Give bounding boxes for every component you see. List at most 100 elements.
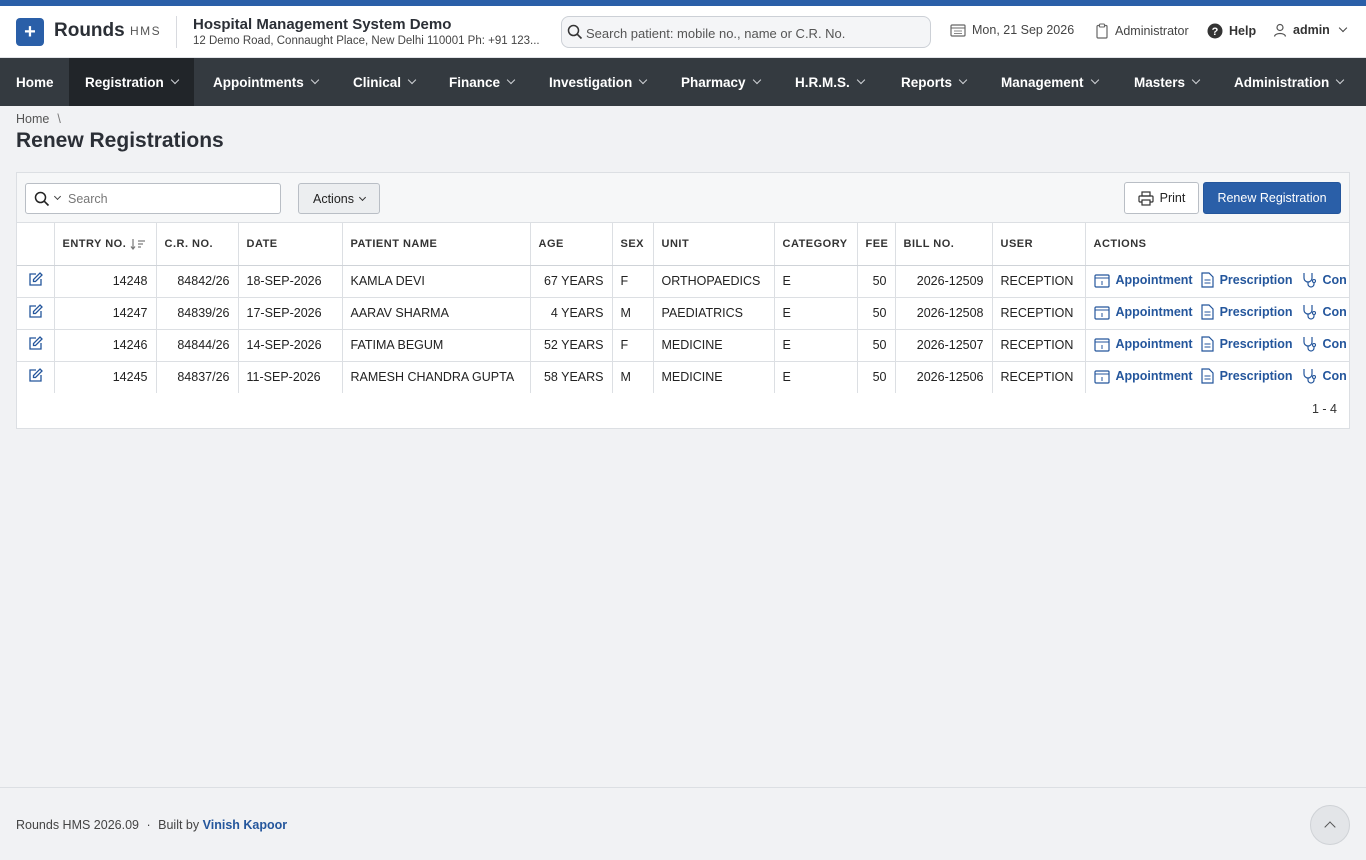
cell-user: RECEPTION [992,361,1086,393]
nav-home[interactable]: Home [0,58,70,106]
breadcrumb: Home \ [16,112,61,126]
prescription-action-link[interactable]: Prescription [1200,271,1293,288]
col-header-bill-no[interactable]: BILL NO. [895,223,993,266]
table-row: 14248 84842/26 18-SEP-2026 KAMLA DEVI 67 YEA… [17,265,1349,298]
table-search-input[interactable] [68,189,268,209]
nav-management[interactable]: Management [985,58,1114,106]
action-label: Con [1322,304,1347,319]
col-header-category[interactable]: CATEGORY [774,223,858,266]
nav-appointments[interactable]: Appointments [197,58,334,106]
cell-entry-no: 14246 [54,329,157,362]
cell-entry-no: 14245 [54,361,157,393]
cell-sex: M [612,361,654,393]
action-label: Prescription [1219,304,1293,319]
calendar-icon [1093,369,1110,384]
pagination-info: 1 - 4 [1311,402,1337,416]
cell-cr-no: 84844/26 [156,329,239,362]
col-header-fee[interactable]: FEE [857,223,896,266]
calendar-icon [1093,273,1110,288]
nav-registration[interactable]: Registration [69,58,194,106]
prescription-action-link[interactable]: Prescription [1200,367,1293,384]
col-header-user[interactable]: USER [992,223,1086,266]
edit-icon[interactable] [28,304,43,319]
edit-icon[interactable] [28,336,43,351]
patient-search-input[interactable] [586,22,922,44]
nav-investigation[interactable]: Investigation [533,58,662,106]
brand-name[interactable]: Rounds [54,20,125,42]
col-header-sex[interactable]: SEX [612,223,654,266]
scroll-to-top-button[interactable] [1310,805,1350,845]
table-row: 14247 84839/26 17-SEP-2026 AARAV SHARMA 4 YE… [17,297,1349,330]
print-button[interactable]: Print [1124,182,1199,214]
col-header-age[interactable]: AGE [530,223,613,266]
appointment-action-link[interactable]: Appointment [1093,337,1193,352]
cell-patient-name: KAMLA DEVI [342,265,531,298]
prescription-action-link[interactable]: Prescription [1200,303,1293,320]
chevron-down-icon[interactable] [53,192,62,201]
table-row: 14245 84837/26 11-SEP-2026 RAMESH CHANDRA G… [17,361,1349,393]
stethoscope-icon [1301,368,1317,384]
cell-bill-no: 2026-12507 [895,329,993,362]
chevron-down-icon [1338,23,1348,33]
cell-fee: 50 [857,265,896,298]
stethoscope-icon [1301,304,1317,320]
cell-fee: 50 [857,297,896,330]
nav-clinical[interactable]: Clinical [337,58,431,106]
nav-finance[interactable]: Finance [433,58,530,106]
nav-hrms[interactable]: H.R.M.S. [779,58,880,106]
chevron-down-icon [506,75,516,85]
cell-user: RECEPTION [992,329,1086,362]
col-header-unit[interactable]: UNIT [653,223,775,266]
table-search[interactable] [25,183,281,214]
main-nav: Home Registration Appointments Clinical … [0,58,1366,106]
nav-reports[interactable]: Reports [885,58,982,106]
nav-masters[interactable]: Masters [1118,58,1215,106]
consultation-action-link[interactable]: Con [1301,304,1347,320]
cell-cr-no: 84837/26 [156,361,239,393]
document-icon [1200,271,1214,288]
role-display[interactable]: Administrator [1095,23,1189,39]
calendar-icon [950,24,966,37]
renew-registration-button[interactable]: Renew Registration [1203,182,1341,214]
help-link[interactable]: ? Help [1207,23,1256,39]
user-menu[interactable]: admin [1273,23,1348,37]
appointment-action-link[interactable]: Appointment [1093,273,1193,288]
col-header-patient-name[interactable]: PATIENT NAME [342,223,531,266]
document-icon [1200,303,1214,320]
cell-actions: Appointment Prescription Con [1085,361,1349,393]
cell-unit: MEDICINE [653,361,775,393]
consultation-action-link[interactable]: Con [1301,368,1347,384]
cell-unit: PAEDIATRICS [653,297,775,330]
col-header-cr-no[interactable]: C.R. NO. [156,223,239,266]
action-label: Appointment [1115,273,1193,287]
plus-icon[interactable]: + [16,18,44,46]
edit-icon[interactable] [28,272,43,287]
col-header-entry-no[interactable]: ENTRY NO. [54,223,157,266]
calendar-icon [1093,305,1110,320]
appointment-action-link[interactable]: Appointment [1093,369,1193,384]
cell-entry-no: 14247 [54,297,157,330]
actions-dropdown[interactable]: Actions [298,183,380,214]
consultation-action-link[interactable]: Con [1301,272,1347,288]
cell-patient-name: FATIMA BEGUM [342,329,531,362]
brand-sub: HMS [130,24,162,38]
table-row: 14246 84844/26 14-SEP-2026 FATIMA BEGUM 52 Y… [17,329,1349,362]
cell-user: RECEPTION [992,265,1086,298]
page-title: Renew Registrations [16,129,224,152]
cell-bill-no: 2026-12506 [895,361,993,393]
cell-age: 4 YEARS [530,297,613,330]
sort-desc-icon[interactable] [130,238,146,250]
document-icon [1200,335,1214,352]
nav-administration[interactable]: Administration [1218,58,1359,106]
col-header-date[interactable]: DATE [238,223,343,266]
cell-entry-no: 14248 [54,265,157,298]
nav-pharmacy[interactable]: Pharmacy [665,58,776,106]
patient-search[interactable] [561,16,931,48]
footer-author-link[interactable]: Vinish Kapoor [203,818,288,832]
edit-icon[interactable] [28,368,43,383]
breadcrumb-home[interactable]: Home [16,112,49,126]
consultation-action-link[interactable]: Con [1301,336,1347,352]
chevron-down-icon [958,75,968,85]
prescription-action-link[interactable]: Prescription [1200,335,1293,352]
appointment-action-link[interactable]: Appointment [1093,305,1193,320]
